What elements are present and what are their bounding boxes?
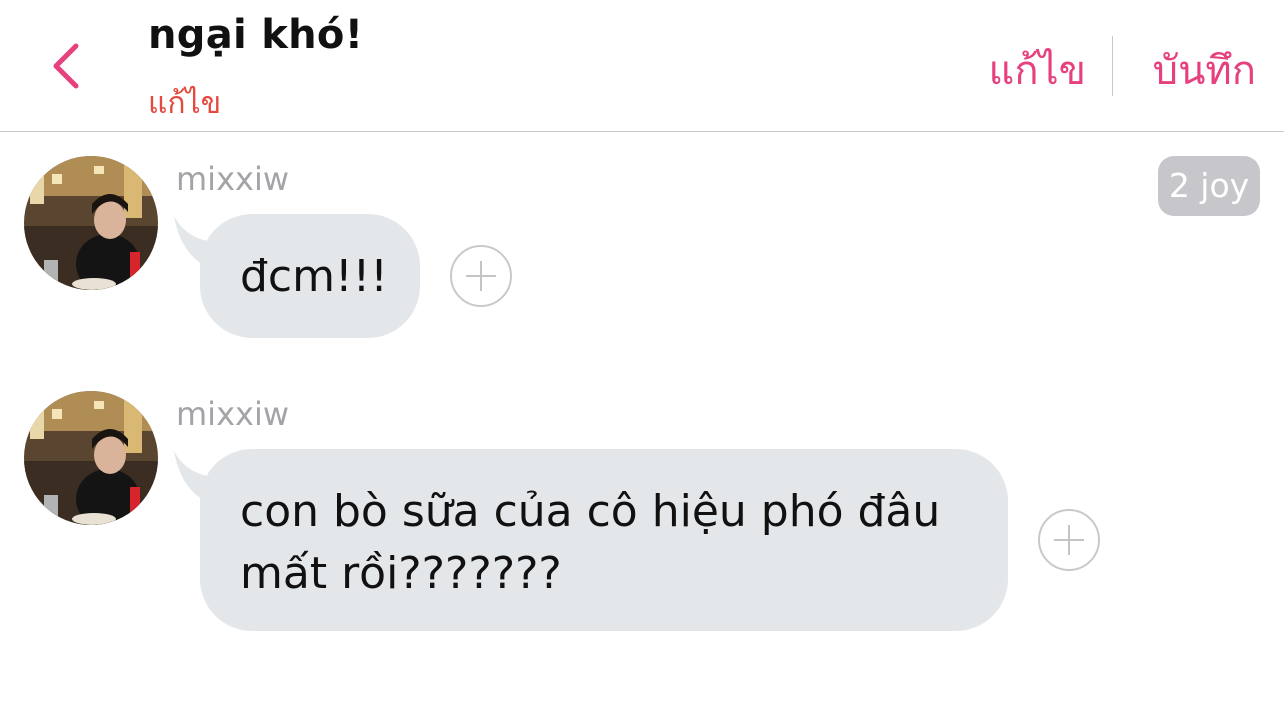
sender-name: mixxiw	[176, 395, 289, 433]
back-button[interactable]	[40, 36, 96, 96]
page-subtitle: แก้ไข	[148, 86, 222, 121]
add-reaction-button[interactable]	[450, 245, 512, 307]
message-bubble[interactable]: con bò sữa của cô hiệu phó đâu mất rồi??…	[200, 449, 1008, 631]
avatar-photo	[24, 391, 158, 525]
sender-name: mixxiw	[176, 160, 289, 198]
avatar-photo	[24, 156, 158, 290]
edit-button[interactable]: แก้ไข	[989, 38, 1086, 102]
avatar[interactable]	[24, 391, 158, 525]
message-bubble[interactable]: đcm!!!	[200, 214, 420, 338]
save-button[interactable]: บันทึก	[1153, 38, 1256, 102]
header-divider	[1112, 36, 1113, 96]
joy-badge[interactable]: 2 joy	[1158, 156, 1260, 216]
chevron-left-icon	[53, 43, 79, 89]
avatar[interactable]	[24, 156, 158, 290]
page-title: ngại khó!	[148, 12, 364, 58]
header-bar: ngại khó! แก้ไข แก้ไข บันทึก	[0, 0, 1284, 132]
add-reaction-button[interactable]	[1038, 509, 1100, 571]
